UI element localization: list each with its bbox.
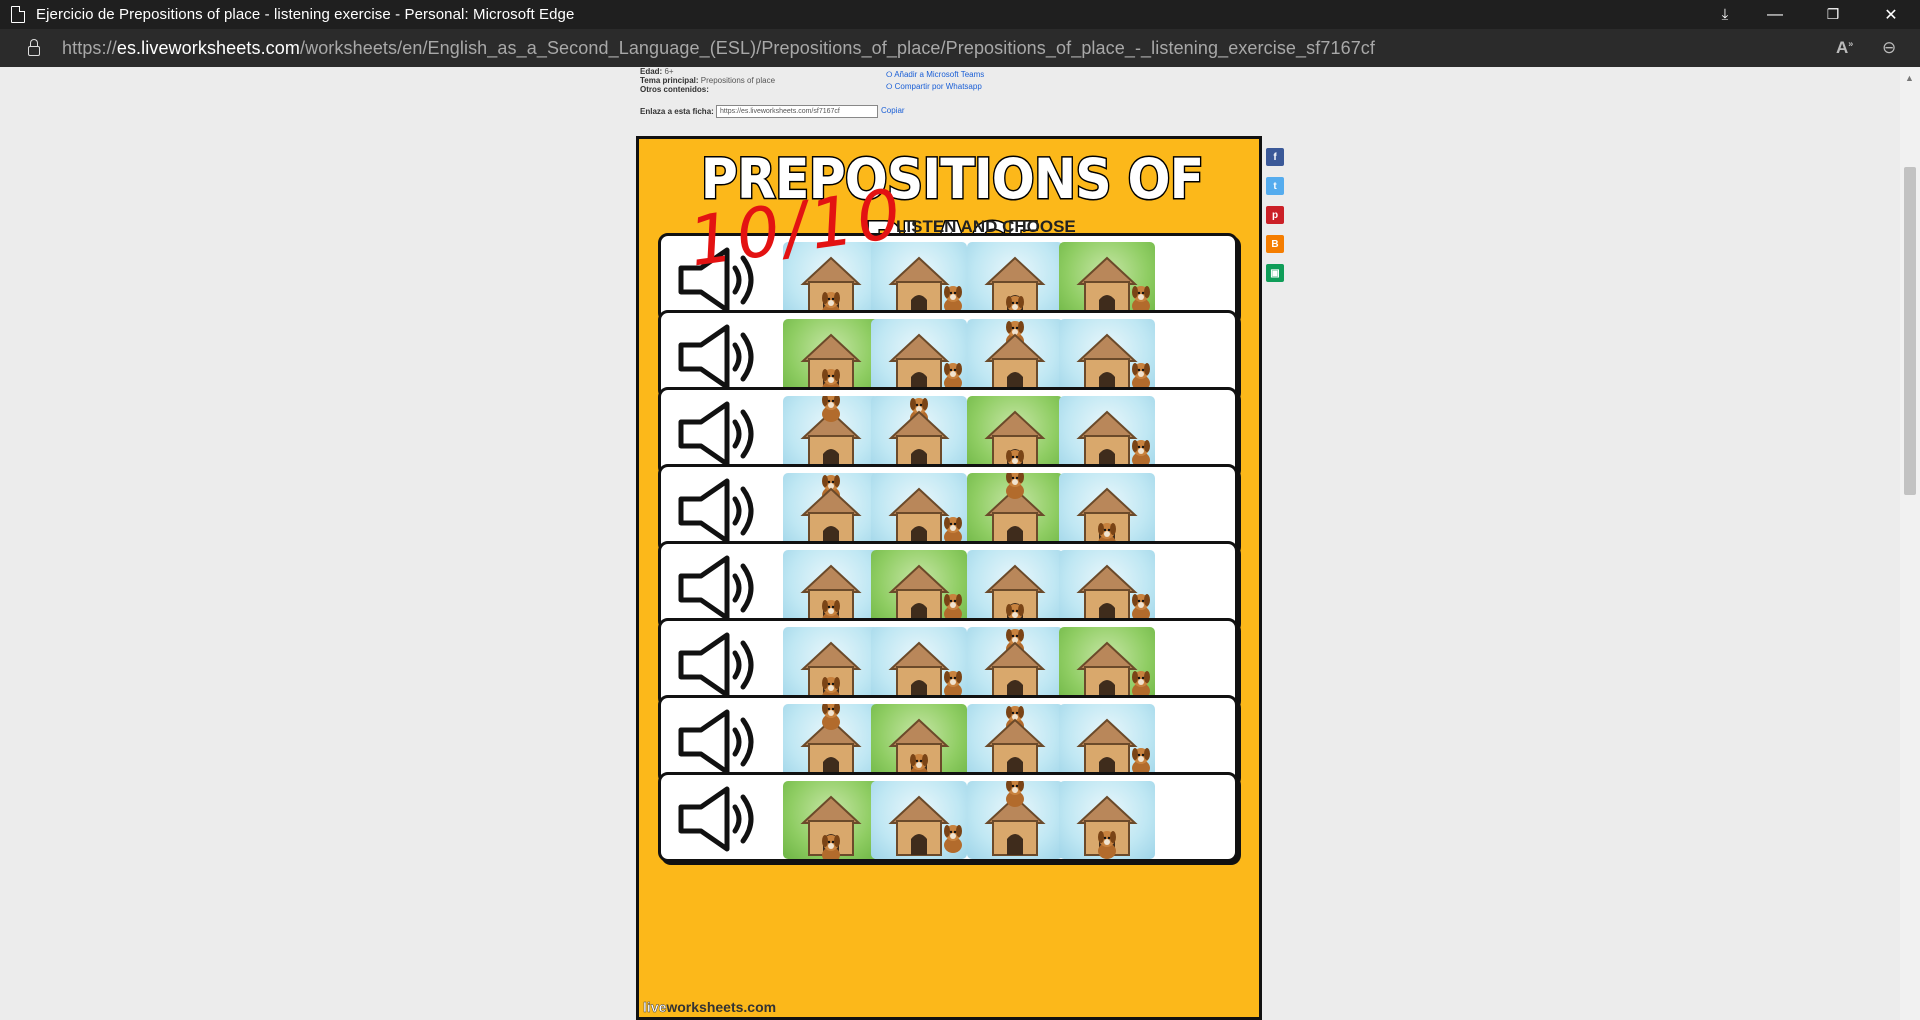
teams-link[interactable]: ⭘ Añadir a Microsoft Teams <box>886 70 984 80</box>
answer-option-next-to[interactable] <box>871 781 967 859</box>
twitter-share-icon[interactable]: t <box>1266 177 1284 195</box>
answer-option-behind[interactable] <box>871 396 967 474</box>
answer-option-in-front[interactable] <box>967 242 1063 320</box>
restore-button[interactable]: ❐ <box>1810 0 1856 29</box>
classroom-share-icon[interactable]: ▣ <box>1266 264 1284 282</box>
answer-option-next-to[interactable] <box>1059 704 1155 782</box>
link-label: Enlaza a esta ficha: <box>640 107 714 116</box>
answer-option-behind[interactable] <box>967 627 1063 705</box>
minimize-button[interactable]: — <box>1752 0 1798 29</box>
age-info: Edad: 6+ <box>640 67 674 76</box>
answer-option-in[interactable] <box>871 704 967 782</box>
answer-option-on[interactable] <box>967 781 1063 859</box>
whatsapp-link[interactable]: ⭘ Compartir por Whatsapp <box>886 82 982 92</box>
page-icon <box>11 6 25 23</box>
lock-icon[interactable] <box>28 39 40 56</box>
worksheet-link-input[interactable]: https://es.liveworksheets.com/sf7167cf <box>716 105 878 118</box>
answer-option-next-to[interactable] <box>1059 319 1155 397</box>
answer-option-on[interactable] <box>783 704 879 782</box>
answer-option-behind[interactable] <box>967 319 1063 397</box>
speaker-icon[interactable] <box>675 783 765 855</box>
topic-info: Tema principal: Prepositions of place <box>640 76 776 85</box>
download-icon[interactable]: ⤓ <box>1702 0 1748 29</box>
answer-option-in-front[interactable] <box>967 550 1063 628</box>
answer-option-next-to[interactable] <box>871 550 967 628</box>
speaker-icon[interactable] <box>675 321 765 393</box>
other-content-label: Otros contenidos: <box>640 85 709 94</box>
blogger-share-icon[interactable]: B <box>1266 235 1284 253</box>
speaker-icon[interactable] <box>675 475 765 547</box>
answer-option-next-to[interactable] <box>1059 396 1155 474</box>
url-path: /worksheets/en/English_as_a_Second_Langu… <box>300 37 1376 58</box>
answer-option-behind[interactable] <box>783 473 879 551</box>
speaker-icon[interactable] <box>675 629 765 701</box>
answer-option-in[interactable] <box>1059 781 1155 859</box>
answer-option-behind[interactable] <box>967 704 1063 782</box>
scroll-up-arrow-icon[interactable]: ▲ <box>1905 73 1914 83</box>
url-text[interactable]: https://es.liveworksheets.com/worksheets… <box>62 38 1375 59</box>
answer-option-in-front[interactable] <box>783 781 879 859</box>
answer-option-next-to[interactable] <box>871 473 967 551</box>
pinterest-share-icon[interactable]: p <box>1266 206 1284 224</box>
answer-option-in[interactable] <box>783 319 879 397</box>
footer-brand: liveworksheets.com <box>643 999 777 1016</box>
copy-link[interactable]: Copiar <box>881 106 905 115</box>
facebook-share-icon[interactable]: f <box>1266 148 1284 166</box>
question-row <box>658 772 1238 862</box>
answer-option-next-to[interactable] <box>1059 627 1155 705</box>
close-button[interactable]: ✕ <box>1868 0 1914 29</box>
answer-option-next-to[interactable] <box>871 627 967 705</box>
answer-option-next-to[interactable] <box>871 319 967 397</box>
read-aloud-icon[interactable]: A» <box>1836 38 1853 58</box>
speaker-icon[interactable] <box>675 552 765 624</box>
address-bar[interactable]: https://es.liveworksheets.com/worksheets… <box>0 29 1920 67</box>
answer-option-on[interactable] <box>783 396 879 474</box>
speaker-icon[interactable] <box>675 706 765 778</box>
answer-option-in[interactable] <box>783 550 879 628</box>
worksheet: PREPOSITIONS OF PLACE LISTEN AND CHOOSE … <box>636 136 1262 1020</box>
answer-option-next-to[interactable] <box>1059 242 1155 320</box>
answer-option-on[interactable] <box>967 473 1063 551</box>
speaker-icon[interactable] <box>675 398 765 470</box>
window-title: Ejercicio de Prepositions of place - lis… <box>36 6 575 23</box>
answer-option-in-front[interactable] <box>967 396 1063 474</box>
scrollbar-thumb[interactable] <box>1904 167 1916 495</box>
answer-option-in[interactable] <box>1059 473 1155 551</box>
answer-option-next-to[interactable] <box>1059 550 1155 628</box>
page-scrollbar[interactable]: ▲ <box>1900 67 1920 1020</box>
answer-option-in[interactable] <box>783 627 879 705</box>
zoom-icon[interactable]: ⊖ <box>1882 38 1896 58</box>
url-scheme: https:// <box>62 37 117 58</box>
window-titlebar: Ejercicio de Prepositions of place - lis… <box>0 0 1920 29</box>
url-host: es.liveworksheets.com <box>116 37 300 58</box>
